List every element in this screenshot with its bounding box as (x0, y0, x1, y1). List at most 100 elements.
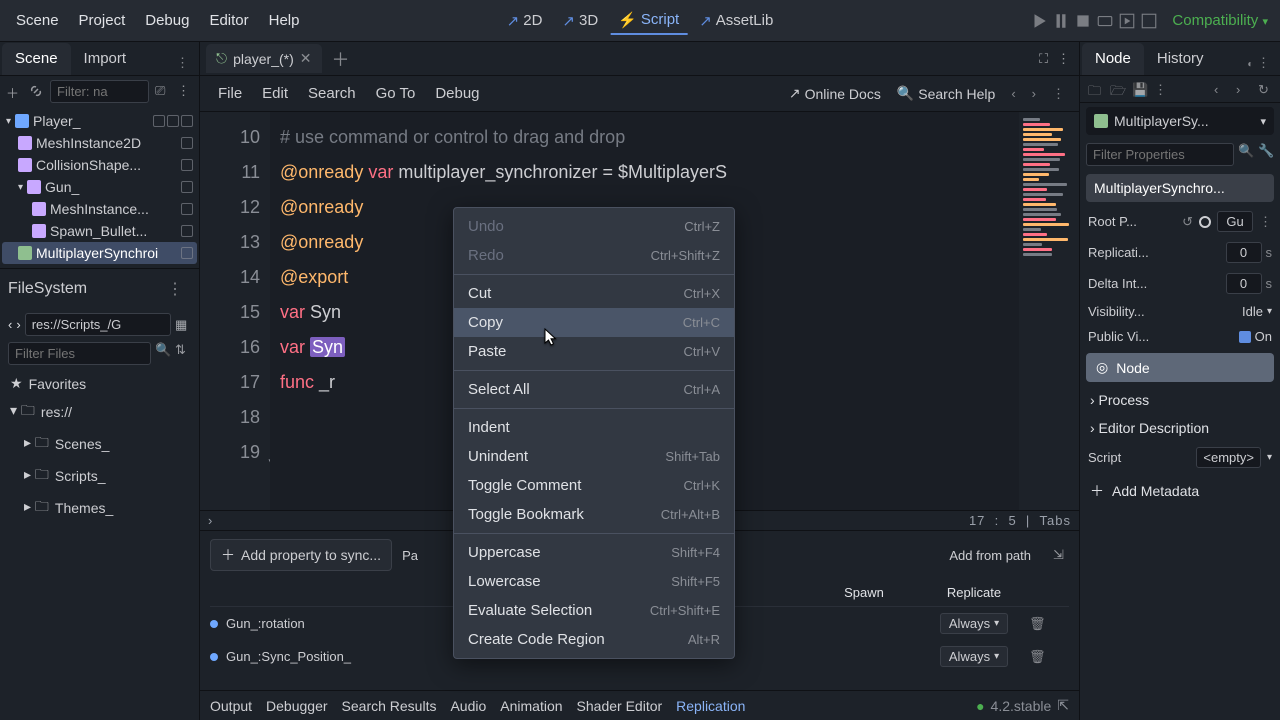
pause-icon[interactable] (1052, 12, 1070, 30)
delete-icon[interactable]: 🗑 (1029, 649, 1046, 664)
tree-node[interactable]: ▾Gun_ (2, 176, 197, 198)
stop-icon[interactable] (1074, 12, 1092, 30)
tree-node[interactable]: ▾Player_ (2, 110, 197, 132)
menu-editor[interactable]: Editor (199, 6, 258, 35)
mode-script[interactable]: ⚡Script (610, 7, 687, 35)
history-icon[interactable]: ↻ (1258, 82, 1272, 96)
link-icon[interactable] (28, 83, 44, 99)
node-buttons[interactable] (181, 247, 193, 259)
bottom-tab-search-results[interactable]: Search Results (342, 698, 437, 714)
ctx-unindent[interactable]: UnindentShift+Tab (454, 442, 734, 471)
history-back-icon[interactable]: ‹ (1005, 86, 1021, 101)
mode-assetlib[interactable]: ↗AssetLib (691, 7, 781, 35)
property-row[interactable]: Replicati...0 s (1080, 237, 1280, 268)
tree-node[interactable]: MultiplayerSynchroi (2, 242, 197, 264)
expand-icon[interactable]: ▾ (18, 182, 23, 193)
expand-icon[interactable]: ▾ (6, 116, 11, 127)
remote-icon[interactable] (1096, 12, 1114, 30)
root-path-value[interactable]: Gu (1217, 211, 1253, 232)
tree-node[interactable]: MeshInstance... (2, 198, 197, 220)
add-metadata-button[interactable]: ＋ Add Metadata (1080, 473, 1280, 509)
nav-back-icon[interactable]: ‹ (8, 317, 12, 332)
fs-item[interactable]: ★Favorites (6, 371, 193, 396)
node-section-band[interactable]: ◎ Node (1086, 353, 1274, 382)
ctx-select-all[interactable]: Select AllCtrl+A (454, 375, 734, 404)
property-row[interactable]: Delta Int...0 s (1080, 268, 1280, 299)
search-help-button[interactable]: 🔍Search Help (891, 81, 1001, 106)
mode-2d[interactable]: ↗2D (499, 7, 551, 35)
menu-scene[interactable]: Scene (6, 6, 69, 35)
filesystem-more-icon[interactable]: ⋮ (159, 275, 191, 303)
tree-node[interactable]: MeshInstance2D (2, 132, 197, 154)
history-fwd-icon[interactable]: › (1026, 86, 1042, 101)
node-buttons[interactable] (181, 159, 193, 171)
ctx-evaluate-selection[interactable]: Evaluate SelectionCtrl+Shift+E (454, 596, 734, 625)
node-buttons[interactable] (181, 181, 193, 193)
minimap[interactable] (1019, 112, 1079, 510)
bottom-tab-debugger[interactable]: Debugger (266, 698, 328, 714)
sort-icon[interactable]: ⇅ (175, 342, 191, 358)
close-icon[interactable]: ✕ (300, 50, 312, 67)
inspector-dock-menu[interactable]: ◐ ⋮ (1239, 51, 1278, 75)
back-icon[interactable]: ‹ (1214, 82, 1228, 96)
add-from-path-button[interactable]: Add from path (949, 548, 1031, 563)
replicate-select[interactable]: Always ▾ (940, 613, 1008, 634)
play-scene-icon[interactable] (1118, 12, 1136, 30)
bottom-tab-replication[interactable]: Replication (676, 698, 745, 714)
inspector-tab-node[interactable]: Node (1082, 43, 1144, 75)
script-menu-debug[interactable]: Debug (425, 79, 489, 108)
mode-3d[interactable]: ↗3D (554, 7, 606, 35)
property-row[interactable]: Visibility...Idle ▾ (1080, 299, 1280, 324)
script-list-icon[interactable]: ⋮ (1046, 86, 1071, 102)
ctx-copy[interactable]: CopyCtrl+C (454, 308, 734, 337)
pin-icon[interactable]: ⇲ (1053, 547, 1069, 563)
expand-panel-icon[interactable]: ⇱ (1057, 697, 1069, 714)
inspector-section[interactable]: › Process (1080, 386, 1280, 414)
menu-help[interactable]: Help (259, 6, 310, 35)
tool-icon[interactable]: 🔧 (1258, 143, 1274, 159)
view-grid-icon[interactable]: ▦ (175, 317, 191, 333)
ctx-uppercase[interactable]: UppercaseShift+F4 (454, 538, 734, 567)
ctx-toggle-bookmark[interactable]: Toggle BookmarkCtrl+Alt+B (454, 500, 734, 529)
chevron-down-icon[interactable]: ▾ (1267, 452, 1272, 463)
ctx-cut[interactable]: CutCtrl+X (454, 279, 734, 308)
bottom-tab-animation[interactable]: Animation (500, 698, 562, 714)
script-value[interactable]: <empty> (1196, 447, 1261, 468)
script-tab[interactable]: ⎋ player_(*) ✕ (206, 44, 322, 73)
bottom-tab-audio[interactable]: Audio (450, 698, 486, 714)
script-menu-go-to[interactable]: Go To (366, 79, 426, 108)
menu-project[interactable]: Project (69, 6, 136, 35)
property-script[interactable]: Script <empty> ▾ (1080, 442, 1280, 473)
nav-fwd-icon[interactable]: › (16, 317, 20, 332)
inspected-node[interactable]: MultiplayerSy... ▾ (1086, 107, 1274, 135)
save-icon[interactable]: 💾 (1132, 82, 1146, 96)
node-buttons[interactable] (181, 203, 193, 215)
fwd-icon[interactable]: › (1236, 82, 1250, 96)
bottom-tab-shader-editor[interactable]: Shader Editor (577, 698, 663, 714)
fs-item[interactable]: ▸ 🗀Themes_ (6, 492, 193, 524)
play-custom-icon[interactable] (1140, 12, 1158, 30)
filesystem-path-input[interactable] (25, 313, 171, 336)
dock-menu-icon[interactable]: ⋮ (168, 51, 197, 75)
tree-node[interactable]: Spawn_Bullet... (2, 220, 197, 242)
new-tab-button[interactable]: ＋ (324, 42, 358, 76)
fs-item[interactable]: ▸ 🗀Scripts_ (6, 460, 193, 492)
more-icon[interactable]: ⋮ (1154, 82, 1168, 96)
search-icon[interactable]: 🔍 (155, 342, 171, 358)
filter-properties-input[interactable] (1086, 143, 1234, 166)
tab-scene[interactable]: Scene (2, 43, 71, 75)
ctx-toggle-comment[interactable]: Toggle CommentCtrl+K (454, 471, 734, 500)
ctx-paste[interactable]: PasteCtrl+V (454, 337, 734, 366)
tab-import[interactable]: Import (71, 43, 140, 75)
distraction-free-icon[interactable]: ⛶ (1039, 51, 1055, 67)
online-docs-button[interactable]: ↗Online Docs (783, 81, 887, 106)
add-property-button[interactable]: ＋Add property to sync... (210, 539, 392, 571)
bottom-tab-output[interactable]: Output (210, 698, 252, 714)
script-menu-search[interactable]: Search (298, 79, 366, 108)
inspector-tab-history[interactable]: History (1144, 43, 1217, 75)
node-buttons[interactable] (181, 225, 193, 237)
node-buttons[interactable] (181, 137, 193, 149)
panel-more-icon[interactable]: ⋮ (1057, 51, 1073, 67)
chevron-down-icon[interactable]: ▾ (1260, 115, 1266, 128)
delete-icon[interactable]: 🗑 (1029, 616, 1046, 631)
